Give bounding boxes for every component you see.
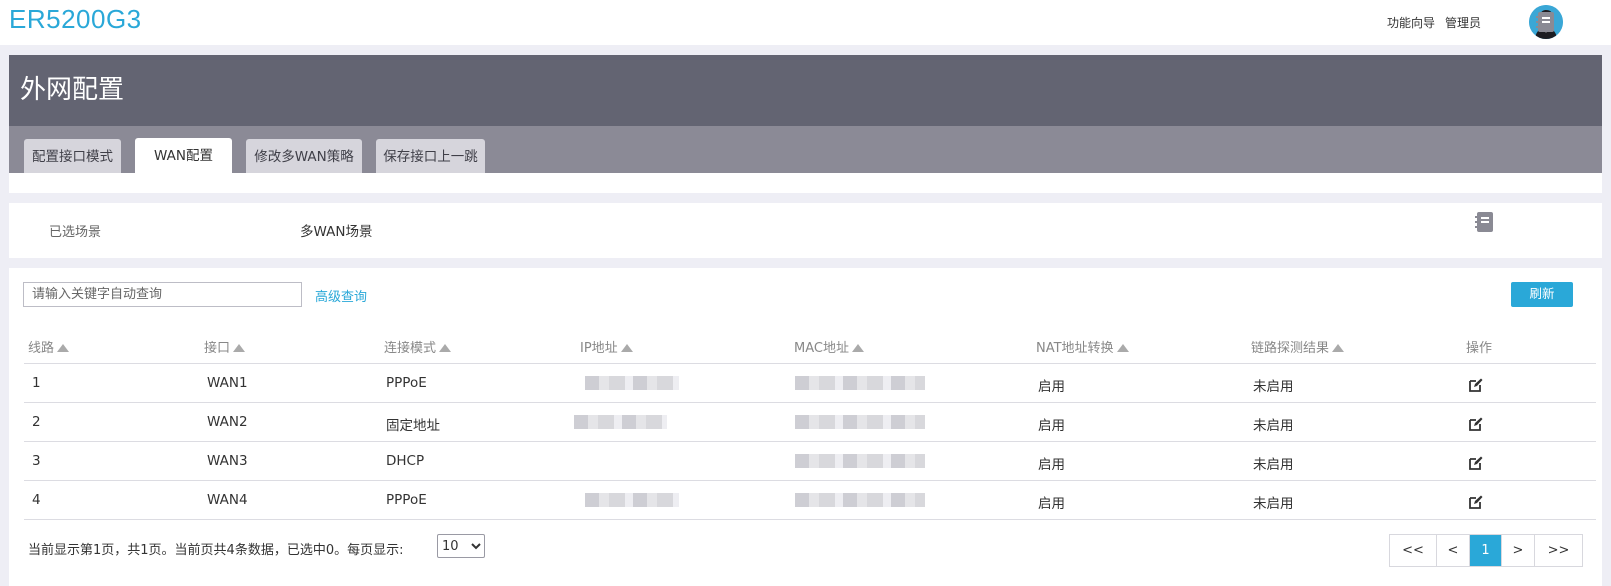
top-bar: ER5200G3 功能向导 管理员 <box>0 0 1611 45</box>
edit-icon[interactable] <box>1468 494 1484 510</box>
cell-nat: 启用 <box>1038 379 1065 395</box>
wan-table: 线路 接口 连接模式 IP地址 MAC地址 NAT地址转换 链路探测结果 操作 … <box>24 327 1596 520</box>
edit-icon[interactable] <box>1468 377 1484 393</box>
mac-address-masked <box>795 493 925 507</box>
table-row[interactable]: 2 WAN2 固定地址 启用 未启用 <box>24 403 1596 442</box>
sort-asc-icon <box>57 344 70 352</box>
cell-mode: PPPoE <box>386 375 427 391</box>
cell-nat: 启用 <box>1038 496 1065 512</box>
mac-address-masked <box>795 415 925 429</box>
sort-asc-icon <box>439 344 452 352</box>
col-mode-header[interactable]: 连接模式 <box>384 337 452 356</box>
refresh-button[interactable]: 刷新 <box>1511 282 1573 307</box>
page-size-select[interactable]: 10 <box>437 534 485 558</box>
cell-line: 2 <box>32 414 41 430</box>
current-page-button[interactable]: 1 <box>1470 535 1502 566</box>
table-row[interactable]: 4 WAN4 PPPoE 启用 未启用 <box>24 481 1596 520</box>
cell-probe: 未启用 <box>1253 457 1294 473</box>
tab-content-band <box>9 173 1602 193</box>
sort-asc-icon <box>620 344 633 352</box>
tab-interface-mode[interactable]: 配置接口模式 <box>24 139 121 173</box>
table-header-row: 线路 接口 连接模式 IP地址 MAC地址 NAT地址转换 链路探测结果 操作 <box>24 327 1596 364</box>
col-interface-header[interactable]: 接口 <box>204 337 246 356</box>
table-row[interactable]: 3 WAN3 DHCP 启用 未启用 <box>24 442 1596 481</box>
edit-icon[interactable] <box>1468 455 1484 471</box>
notebook-icon[interactable] <box>1475 212 1493 232</box>
cell-mode: 固定地址 <box>386 418 440 434</box>
cell-interface: WAN4 <box>207 492 248 508</box>
pagination: << < 1 > >> <box>1389 534 1583 567</box>
table-row[interactable]: 1 WAN1 PPPoE 启用 未启用 <box>24 364 1596 403</box>
tab-strip: 配置接口模式 WAN配置 修改多WAN策略 保存接口上一跳 <box>9 126 1602 173</box>
scene-value: 多WAN场景 <box>300 224 373 240</box>
tab-save-next-hop[interactable]: 保存接口上一跳 <box>376 139 485 173</box>
cell-line: 3 <box>32 453 41 469</box>
prev-page-button[interactable]: < <box>1437 535 1470 566</box>
first-page-button[interactable]: << <box>1390 535 1437 566</box>
cell-nat: 启用 <box>1038 418 1065 434</box>
next-page-button[interactable]: > <box>1502 535 1535 566</box>
col-nat-header[interactable]: NAT地址转换 <box>1036 337 1129 356</box>
scene-label: 已选场景 <box>49 225 102 240</box>
page-header: 外网配置 <box>9 55 1602 126</box>
cell-line: 4 <box>32 492 41 508</box>
cell-interface: WAN3 <box>207 453 248 469</box>
sort-asc-icon <box>1332 344 1345 352</box>
cell-mode: PPPoE <box>386 492 427 508</box>
user-name[interactable]: 管理员 <box>1445 14 1481 31</box>
last-page-button[interactable]: >> <box>1535 535 1582 566</box>
cell-probe: 未启用 <box>1253 379 1294 395</box>
page-title: 外网配置 <box>20 75 125 105</box>
edit-icon[interactable] <box>1468 416 1484 432</box>
cell-nat: 启用 <box>1038 457 1065 473</box>
wizard-link[interactable]: 功能向导 <box>1387 14 1435 31</box>
tab-wan-config[interactable]: WAN配置 <box>135 138 232 173</box>
brand-logo: ER5200G3 <box>9 4 142 34</box>
notebook-icon[interactable] <box>1536 12 1554 32</box>
col-mac-header[interactable]: MAC地址 <box>794 337 864 356</box>
col-probe-header[interactable]: 链路探测结果 <box>1251 337 1345 356</box>
sort-asc-icon <box>1116 344 1129 352</box>
ip-address-masked <box>585 493 679 507</box>
tab-multi-wan-policy[interactable]: 修改多WAN策略 <box>246 139 362 173</box>
pagination-status: 当前显示第1页，共1页。当前页共4条数据，已选中0。每页显示: <box>28 543 404 558</box>
col-ops-header: 操作 <box>1466 341 1493 356</box>
cell-probe: 未启用 <box>1253 418 1294 434</box>
mac-address-masked <box>795 454 925 468</box>
cell-mode: DHCP <box>386 453 425 469</box>
cell-interface: WAN2 <box>207 414 248 430</box>
ip-address-masked <box>585 376 679 390</box>
cell-probe: 未启用 <box>1253 496 1294 512</box>
search-input[interactable] <box>23 282 302 307</box>
sort-asc-icon <box>233 344 246 352</box>
col-ip-header[interactable]: IP地址 <box>580 337 633 356</box>
cell-line: 1 <box>32 375 41 391</box>
wan-list-card: 高级查询 刷新 线路 接口 连接模式 IP地址 MAC地址 NAT地址转换 链路… <box>9 268 1602 586</box>
ip-address-masked <box>574 415 667 429</box>
sort-asc-icon <box>851 344 864 352</box>
advanced-search-link[interactable]: 高级查询 <box>315 286 367 305</box>
mac-address-masked <box>795 376 925 390</box>
col-line-header[interactable]: 线路 <box>28 337 70 356</box>
scene-card: 已选场景 多WAN场景 <box>9 203 1602 258</box>
cell-interface: WAN1 <box>207 375 248 391</box>
